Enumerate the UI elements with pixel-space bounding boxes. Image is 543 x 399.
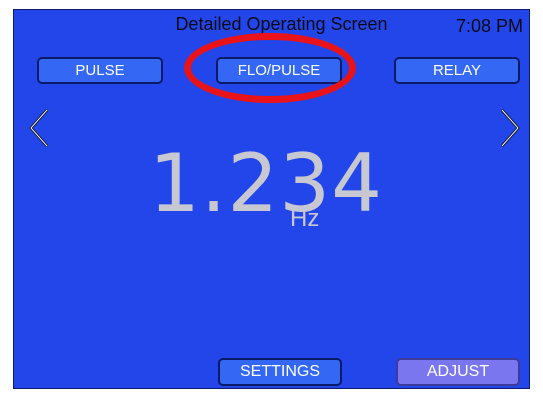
reading-unit: Hz bbox=[290, 205, 320, 232]
reading-display: 1.234 bbox=[149, 144, 383, 224]
detailed-operating-screen: Detailed Operating Screen 7:08 PM PULSE … bbox=[13, 9, 530, 389]
screen-title: Detailed Operating Screen bbox=[175, 14, 388, 34]
reading-value: 1.234 bbox=[149, 137, 384, 230]
tab-relay[interactable]: RELAY bbox=[394, 57, 520, 84]
previous-screen-button[interactable] bbox=[28, 108, 50, 148]
next-screen-button[interactable] bbox=[499, 108, 521, 148]
tab-flo-pulse[interactable]: FLO/PULSE bbox=[216, 57, 342, 84]
chevron-right-icon bbox=[501, 109, 520, 147]
settings-button[interactable]: SETTINGS bbox=[218, 358, 342, 386]
adjust-button[interactable]: ADJUST bbox=[396, 358, 520, 386]
chevron-left-icon bbox=[29, 109, 48, 147]
tab-pulse[interactable]: PULSE bbox=[37, 57, 163, 84]
clock: 7:08 PM bbox=[455, 16, 523, 36]
